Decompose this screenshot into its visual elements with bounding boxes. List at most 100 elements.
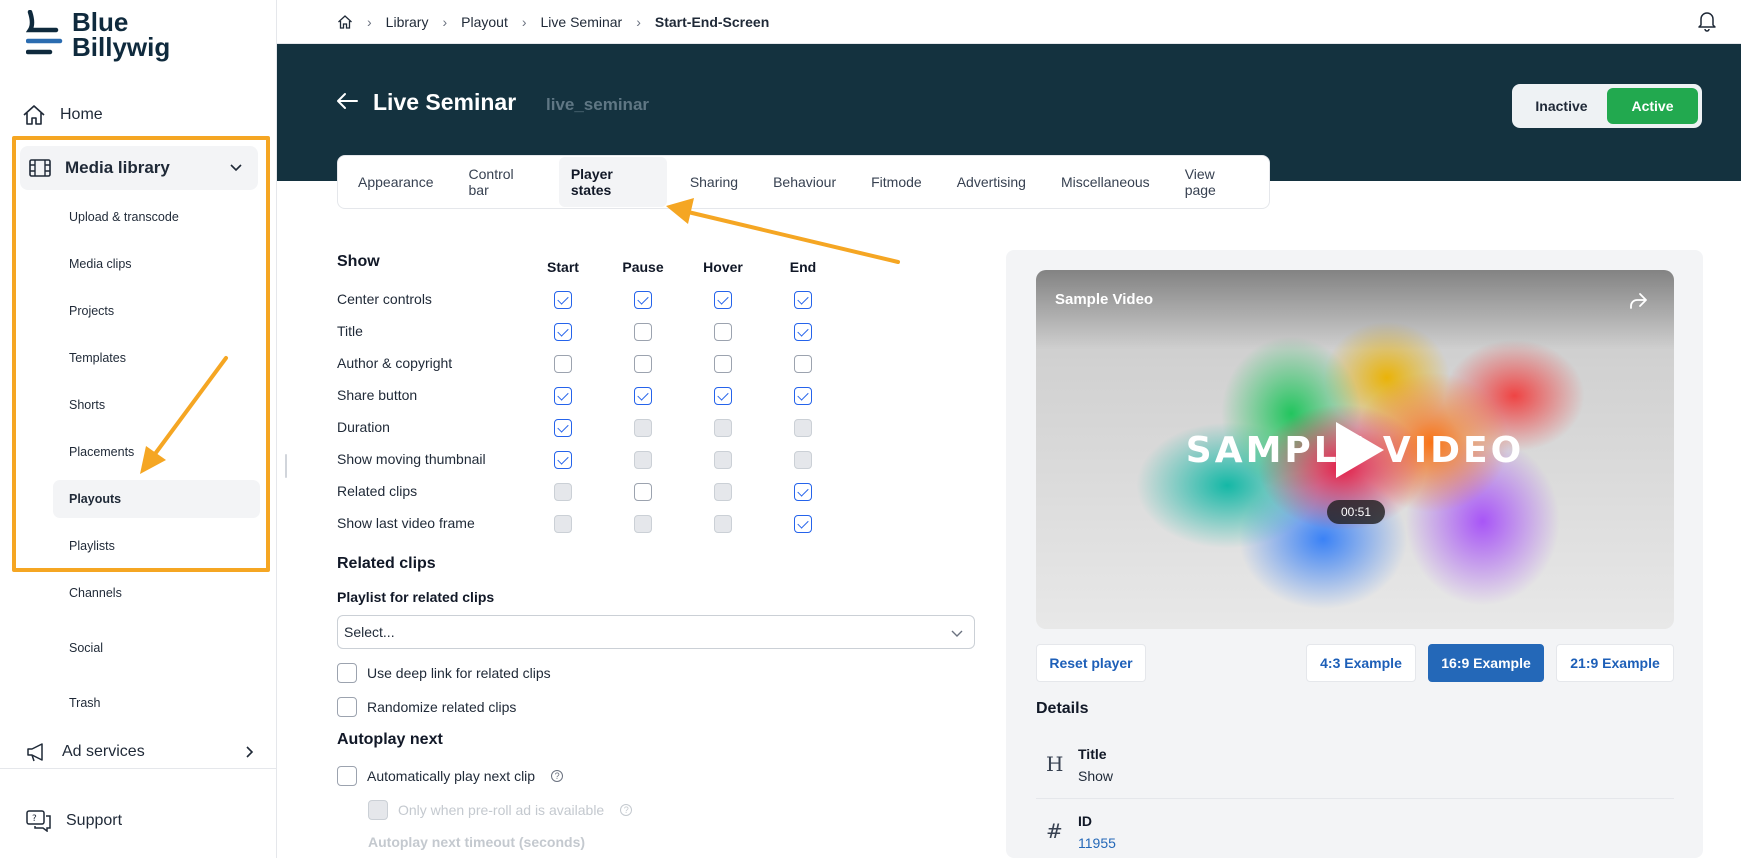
detail-divider	[1036, 798, 1674, 799]
play-icon[interactable]	[1336, 422, 1384, 478]
megaphone-icon	[27, 743, 43, 762]
video-top-gradient	[1036, 270, 1674, 350]
video-duration: 00:51	[1327, 500, 1385, 524]
example-21-9-button[interactable]: 21:9 Example	[1556, 644, 1674, 682]
preroll-option: Only when pre-roll ad is available ?	[368, 800, 633, 820]
checkbox-share-button-pause[interactable]	[634, 387, 652, 405]
video-title: Sample Video	[1055, 291, 1154, 308]
show-section-title: Show	[337, 253, 380, 270]
checkbox-share-button-start[interactable]	[554, 387, 572, 405]
tab-control-bar[interactable]: Control bar	[457, 157, 548, 207]
checkbox-show-moving-thumbnail-start[interactable]	[554, 451, 572, 469]
tab-advertising[interactable]: Advertising	[945, 165, 1038, 199]
sidebar-item-social[interactable]: Social	[69, 641, 103, 655]
column-pause: Pause	[622, 259, 664, 275]
tab-sharing[interactable]: Sharing	[678, 165, 750, 199]
tab-behaviour[interactable]: Behaviour	[761, 165, 848, 199]
example-4-3-button[interactable]: 4:3 Example	[1306, 644, 1416, 682]
checkbox-show-moving-thumbnail-hover	[714, 451, 732, 469]
help-icon[interactable]: ?	[551, 770, 564, 782]
checkbox-related-clips-end[interactable]	[794, 483, 812, 501]
playlist-select-value: Select...	[344, 624, 395, 640]
row-label-show-moving-thumbnail: Show moving thumbnail	[337, 451, 486, 467]
autoplay-checkbox[interactable]	[337, 766, 357, 786]
deep-link-option[interactable]: Use deep link for related clips	[337, 663, 551, 683]
active-option[interactable]: Active	[1607, 88, 1698, 124]
checkbox-author-copyright-end[interactable]	[794, 355, 812, 373]
deep-link-checkbox[interactable]	[337, 663, 357, 683]
support-chat-icon: ?	[26, 810, 51, 832]
nav-support[interactable]: ? Support	[26, 810, 122, 832]
breadcrumb-playout[interactable]: Playout	[461, 14, 508, 30]
tab-appearance[interactable]: Appearance	[346, 165, 446, 199]
breadcrumb: › Library › Playout › Live Seminar › Sta…	[277, 0, 1741, 44]
back-arrow-icon[interactable]	[336, 92, 358, 110]
video-player[interactable]: Sample Video SAMPLE VIDEO 00:51	[1036, 270, 1674, 629]
autoplay-option[interactable]: Automatically play next clip ?	[337, 766, 564, 786]
share-icon[interactable]	[1628, 292, 1648, 310]
randomize-checkbox[interactable]	[337, 697, 357, 717]
checkbox-author-copyright-pause[interactable]	[634, 355, 652, 373]
checkbox-show-last-video-frame-end[interactable]	[794, 515, 812, 533]
nav-ad-services[interactable]: Ad services	[26, 742, 256, 762]
breadcrumb-library[interactable]: Library	[386, 14, 429, 30]
playlist-select[interactable]: Select...	[337, 615, 975, 649]
sidebar-resize-handle[interactable]	[285, 454, 287, 478]
checkbox-center-controls-start[interactable]	[554, 291, 572, 309]
chevron-right-icon	[246, 746, 254, 758]
checkbox-share-button-end[interactable]	[794, 387, 812, 405]
detail-title-label: Title	[1078, 746, 1107, 762]
checkbox-title-pause[interactable]	[634, 323, 652, 341]
checkbox-duration-pause	[634, 419, 652, 437]
svg-text:?: ?	[32, 814, 37, 824]
row-label-author-copyright: Author & copyright	[337, 355, 453, 371]
checkbox-related-clips-pause[interactable]	[634, 483, 652, 501]
autoplay-title: Autoplay next	[337, 731, 443, 748]
related-clips-title: Related clips	[337, 555, 436, 572]
bell-icon[interactable]	[1697, 10, 1717, 32]
nav-support-label: Support	[66, 812, 123, 829]
checkbox-center-controls-end[interactable]	[794, 291, 812, 309]
checkbox-center-controls-pause[interactable]	[634, 291, 652, 309]
row-label-title: Title	[337, 323, 363, 339]
tab-view-page[interactable]: View page	[1173, 157, 1260, 207]
checkbox-author-copyright-start[interactable]	[554, 355, 572, 373]
checkbox-title-start[interactable]	[554, 323, 572, 341]
column-end: End	[789, 259, 817, 275]
tab-fitmode[interactable]: Fitmode	[859, 165, 934, 199]
sidebar-item-trash[interactable]: Trash	[69, 696, 101, 710]
annotation-highlight-box	[12, 136, 270, 572]
checkbox-duration-start[interactable]	[554, 419, 572, 437]
row-label-related-clips: Related clips	[337, 483, 418, 499]
row-label-duration: Duration	[337, 419, 390, 435]
detail-id-value[interactable]: 11955	[1078, 835, 1116, 851]
example-16-9-button[interactable]: 16:9 Example	[1428, 644, 1544, 682]
nav-home[interactable]: Home	[22, 104, 103, 126]
tab-miscellaneous[interactable]: Miscellaneous	[1049, 165, 1162, 199]
checkbox-author-copyright-hover[interactable]	[714, 355, 732, 373]
autoplay-label: Automatically play next clip	[367, 768, 536, 784]
breadcrumb-live-seminar[interactable]: Live Seminar	[541, 14, 623, 30]
brand-logo[interactable]: Blue Billywig	[25, 7, 171, 62]
brand-name: Blue Billywig	[72, 7, 171, 62]
checkbox-center-controls-hover[interactable]	[714, 291, 732, 309]
checkbox-show-last-video-frame-pause	[634, 515, 652, 533]
sidebar-item-channels[interactable]: Channels	[69, 586, 122, 600]
home-icon[interactable]	[337, 14, 353, 30]
inactive-option[interactable]: Inactive	[1516, 88, 1607, 124]
checkbox-show-moving-thumbnail-pause	[634, 451, 652, 469]
nav-ad-services-label: Ad services	[62, 743, 145, 760]
checkbox-title-end[interactable]	[794, 323, 812, 341]
preroll-checkbox	[368, 800, 388, 820]
randomize-option[interactable]: Randomize related clips	[337, 697, 516, 717]
hash-icon: #	[1046, 819, 1063, 843]
preroll-label: Only when pre-roll ad is available	[398, 802, 605, 818]
status-toggle[interactable]: Inactive Active	[1512, 84, 1702, 128]
chevron-down-icon	[951, 630, 963, 637]
checkbox-title-hover[interactable]	[714, 323, 732, 341]
details-title: Details	[1036, 700, 1089, 717]
reset-player-button[interactable]: Reset player	[1036, 644, 1146, 682]
checkbox-share-button-hover[interactable]	[714, 387, 732, 405]
tab-player-states[interactable]: Player states	[558, 157, 667, 207]
column-hover: Hover	[703, 259, 743, 275]
